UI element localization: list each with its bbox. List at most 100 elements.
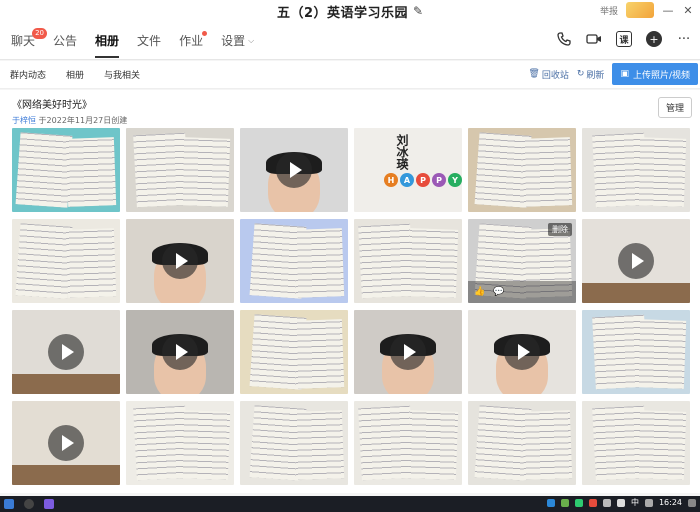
tab-album[interactable]: 相册 xyxy=(95,22,120,60)
video-icon[interactable] xyxy=(586,31,602,47)
cloud-icon[interactable] xyxy=(546,498,555,507)
play-icon[interactable] xyxy=(162,243,198,279)
video-thumbnail[interactable] xyxy=(240,128,348,212)
unread-badge: 20 xyxy=(32,27,48,39)
volume-icon[interactable] xyxy=(616,498,625,507)
worksheet-paper xyxy=(293,228,345,298)
worksheet-paper xyxy=(407,410,459,480)
tab-settings[interactable]: 设置 ⌵ xyxy=(221,22,254,60)
trash-icon: 🗑 xyxy=(528,69,540,79)
minimize-button[interactable]: — xyxy=(662,4,674,17)
manage-button[interactable]: 管理 xyxy=(657,97,692,118)
worksheet-paper xyxy=(65,228,117,298)
album-sub-nav: 群内动态 相册 与我相关 🗑 回收站 ↻ 刷新 ▣ 上传照片/视频 xyxy=(0,61,700,89)
delete-button[interactable]: 删除 xyxy=(548,223,572,236)
video-thumbnail[interactable] xyxy=(12,401,120,485)
tab-tools: 课 + ··· xyxy=(556,31,692,47)
photo-thumbnail[interactable] xyxy=(240,219,348,303)
photo-thumbnail[interactable] xyxy=(126,128,234,212)
recycle-bin-button[interactable]: 🗑 回收站 xyxy=(528,68,568,81)
search-icon[interactable] xyxy=(24,499,34,509)
video-thumbnail[interactable] xyxy=(12,310,120,394)
photo-thumbnail[interactable] xyxy=(12,219,120,303)
photo-thumbnail[interactable] xyxy=(582,401,690,485)
tab-announcements[interactable]: 公告 xyxy=(53,22,77,60)
video-thumbnail[interactable] xyxy=(354,310,462,394)
mascot-icon[interactable] xyxy=(626,2,654,18)
album-meta: 于梓恒 于2022年11月27日创建 xyxy=(12,115,127,126)
more-icon[interactable]: ··· xyxy=(676,31,692,47)
photo-thumbnail[interactable] xyxy=(468,128,576,212)
shield-icon[interactable] xyxy=(560,498,569,507)
play-icon[interactable] xyxy=(618,243,654,279)
photo-thumbnail[interactable] xyxy=(126,401,234,485)
notification-icon[interactable] xyxy=(688,498,696,507)
upload-photo-video-button[interactable]: ▣ 上传照片/视频 xyxy=(612,63,698,85)
classroom-icon[interactable]: 课 xyxy=(616,31,632,47)
video-thumbnail[interactable] xyxy=(468,310,576,394)
photo-thumbnail[interactable] xyxy=(582,310,690,394)
start-icon[interactable] xyxy=(4,499,14,509)
tab-homework[interactable]: 作业 xyxy=(179,22,208,60)
worksheet-paper xyxy=(179,137,231,207)
wechat-icon[interactable] xyxy=(574,498,583,507)
worksheet-paper xyxy=(407,228,459,298)
subnav-group-feed[interactable]: 群内动态 xyxy=(10,68,46,81)
play-icon[interactable] xyxy=(504,334,540,370)
room-scene xyxy=(582,283,690,303)
room-scene xyxy=(12,465,120,485)
video-thumbnail[interactable] xyxy=(582,219,690,303)
like-icon[interactable]: 👍 xyxy=(474,287,485,297)
video-thumbnail[interactable] xyxy=(126,219,234,303)
photo-thumbnail[interactable] xyxy=(354,401,462,485)
play-icon[interactable] xyxy=(48,425,84,461)
keyboard-icon[interactable] xyxy=(644,498,653,507)
new-dot xyxy=(202,30,208,36)
title-bar-controls: 举报 — ✕ xyxy=(600,2,694,18)
app-icon[interactable] xyxy=(44,499,54,509)
photo-thumbnail[interactable] xyxy=(12,128,120,212)
tab-chat[interactable]: 聊天 20 xyxy=(11,22,48,60)
edit-icon[interactable]: ✎ xyxy=(413,4,423,18)
worksheet-paper xyxy=(15,223,73,299)
video-thumbnail[interactable] xyxy=(126,310,234,394)
photo-thumbnail[interactable] xyxy=(582,128,690,212)
album-author[interactable]: 于梓恒 xyxy=(12,116,36,125)
app-tray-icon[interactable] xyxy=(588,498,597,507)
album-header: 《网络美好时光》 于梓恒 于2022年11月27日创建 xyxy=(12,96,127,126)
photo-thumbnail[interactable] xyxy=(240,401,348,485)
play-icon[interactable] xyxy=(390,334,426,370)
album-content: 《网络美好时光》 于梓恒 于2022年11月27日创建 管理 刘冰瑛 H A P P Y 👍… xyxy=(0,90,700,493)
subnav-album[interactable]: 相册 xyxy=(66,68,84,81)
close-button[interactable]: ✕ xyxy=(682,4,694,17)
network-icon[interactable] xyxy=(602,498,611,507)
play-icon[interactable] xyxy=(162,334,198,370)
letter-balloon: P xyxy=(432,173,446,187)
worksheet-paper xyxy=(358,223,414,299)
comment-icon[interactable]: 💬 xyxy=(493,287,504,297)
photo-thumbnail[interactable]: 刘冰瑛 H A P P Y xyxy=(354,128,462,212)
photo-thumbnail[interactable] xyxy=(240,310,348,394)
photo-thumbnail[interactable]: 👍 💬 删除 xyxy=(468,219,576,303)
image-icon: ▣ xyxy=(620,69,629,79)
clock[interactable]: 16:24 xyxy=(659,498,682,507)
photo-thumbnail[interactable] xyxy=(468,401,576,485)
group-tab-bar: 聊天 20 公告 相册 文件 作业 设置 ⌵ 课 + ··· xyxy=(0,22,700,60)
chevron-down-icon: ⌵ xyxy=(248,35,255,45)
phone-icon[interactable] xyxy=(556,31,572,47)
album-created-date: 于2022年11月27日创建 xyxy=(38,116,128,125)
play-icon[interactable] xyxy=(48,334,84,370)
photo-thumbnail[interactable] xyxy=(354,219,462,303)
refresh-button[interactable]: ↻ 刷新 xyxy=(577,68,605,81)
ime-indicator[interactable]: 中 xyxy=(631,497,639,508)
add-app-icon[interactable]: + xyxy=(646,31,662,47)
subnav-related-to-me[interactable]: 与我相关 xyxy=(104,68,140,81)
room-scene xyxy=(12,374,120,394)
happy-letters: HAPPY xyxy=(384,173,462,187)
play-icon[interactable] xyxy=(276,152,312,188)
worksheet-paper xyxy=(635,137,687,207)
worksheet-paper xyxy=(293,319,345,389)
tab-files[interactable]: 文件 xyxy=(137,22,161,60)
report-link[interactable]: 举报 xyxy=(600,4,618,17)
letter-balloon: A xyxy=(400,173,414,187)
